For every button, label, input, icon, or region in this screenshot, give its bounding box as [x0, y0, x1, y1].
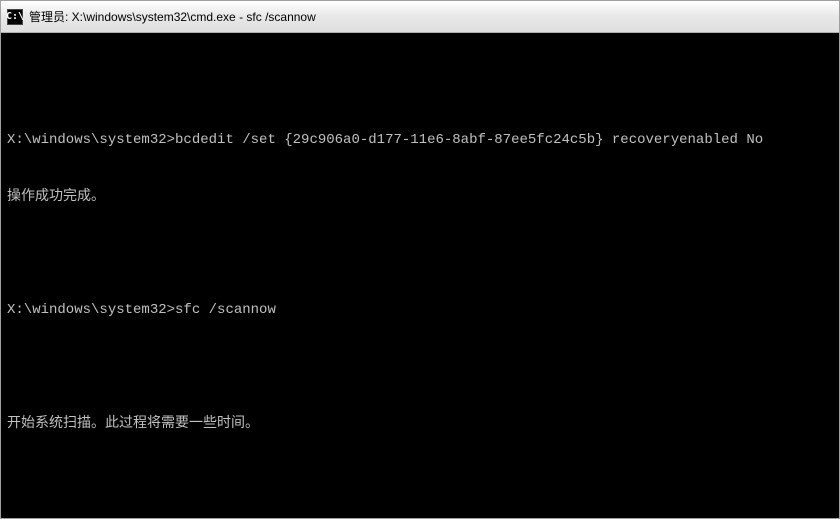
window-title: 管理员: X:\windows\system32\cmd.exe - sfc /… [29, 8, 316, 25]
terminal-command-line-2: X:\windows\system32>sfc /scannow [7, 301, 833, 320]
cmd-icon: C:\ [7, 9, 23, 25]
terminal-blank-line [7, 358, 833, 377]
prompt-path: X:\windows\system32> [7, 302, 175, 318]
command-text: sfc /scannow [175, 302, 276, 318]
terminal-command-line-1: X:\windows\system32>bcdedit /set {29c906… [7, 131, 833, 150]
terminal-blank-line [7, 245, 833, 264]
titlebar[interactable]: C:\ 管理员: X:\windows\system32\cmd.exe - s… [1, 1, 839, 33]
terminal-blank-line [7, 75, 833, 94]
prompt-path: X:\windows\system32> [7, 132, 175, 148]
terminal-output-line: 开始系统扫描。此过程将需要一些时间。 [7, 415, 833, 434]
terminal-area[interactable]: X:\windows\system32>bcdedit /set {29c906… [1, 33, 839, 518]
terminal-blank-line [7, 471, 833, 490]
cmd-window: C:\ 管理员: X:\windows\system32\cmd.exe - s… [0, 0, 840, 519]
terminal-output-line: 操作成功完成。 [7, 188, 833, 207]
command-text: bcdedit /set {29c906a0-d177-11e6-8abf-87… [175, 132, 763, 148]
